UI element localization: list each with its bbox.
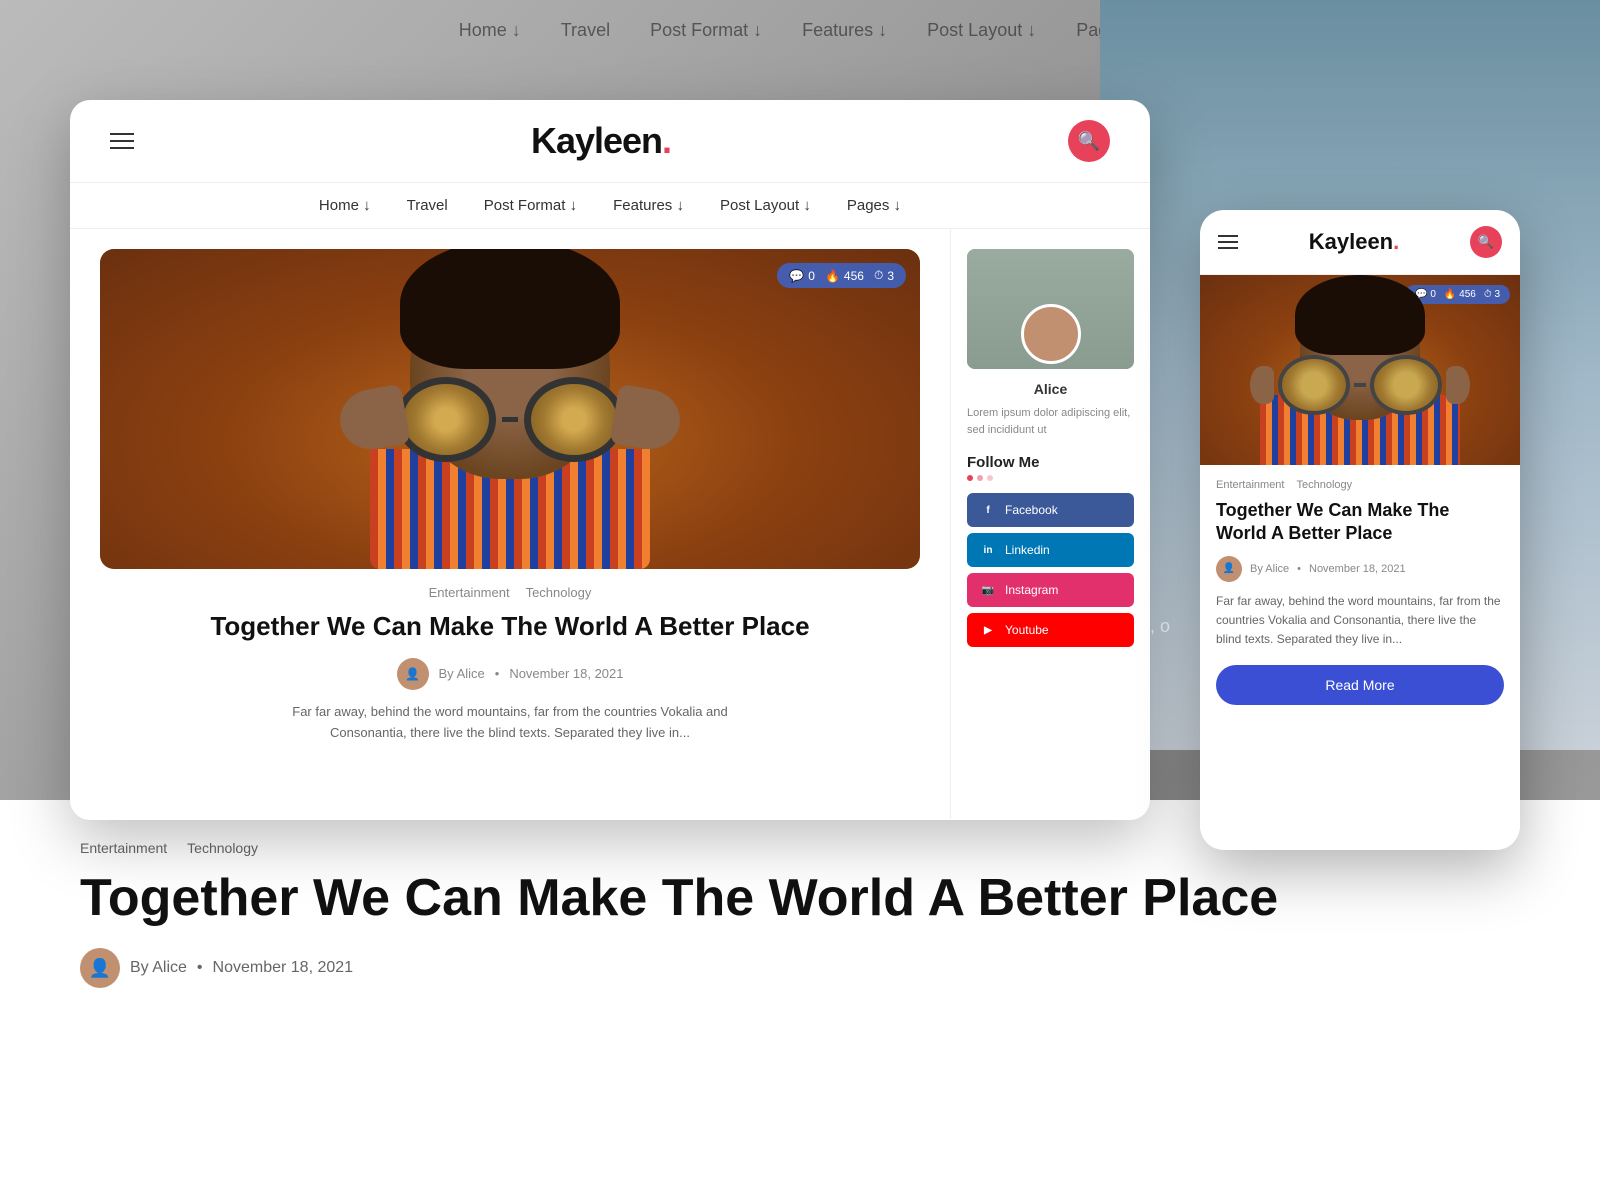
article-photo [100,249,920,569]
desktop-header: Kayleen. 🔍 [70,100,1150,183]
article-excerpt: Far far away, behind the word mountains,… [260,702,760,744]
nav-item-features[interactable]: Features ↓ [613,197,684,214]
bg-nav-post-layout: Post Layout ↓ [927,20,1036,41]
follow-title: Follow Me [967,454,1134,471]
youtube-icon: ▶ [979,621,997,639]
article-date: November 18, 2021 [509,666,623,681]
desktop-logo: Kayleen. [531,120,671,162]
article-title: Together We Can Make The World A Better … [100,610,920,644]
desktop-sidebar: Alice Lorem ipsum dolor adipiscing elit,… [950,229,1150,819]
article-categories: Entertainment Technology [100,585,920,600]
cat-entertainment[interactable]: Entertainment [429,585,510,600]
facebook-icon: f [979,501,997,519]
mobile-content: Entertainment Technology Together We Can… [1200,465,1520,719]
bg-article-title: Together We Can Make The World A Better … [80,868,1520,928]
article-author[interactable]: By Alice [439,666,485,681]
nav-item-pages[interactable]: Pages ↓ [847,197,901,214]
mobile-excerpt: Far far away, behind the word mountains,… [1216,592,1504,650]
linkedin-icon: in [979,541,997,559]
mob-cat-technology[interactable]: Technology [1296,479,1352,491]
sidebar-excerpt: Lorem ipsum dolor adipiscing elit, sed i… [967,405,1134,438]
youtube-button[interactable]: ▶ Youtube [967,613,1134,647]
article-stats-badge: 💬 0 🔥 456 ⏱ 3 [777,263,906,288]
mobile-author: By Alice [1250,563,1289,575]
nav-item-post-format[interactable]: Post Format ↓ [484,197,577,214]
background-article: Entertainment Technology Together We Can… [0,800,1600,1200]
instagram-icon: 📷 [979,581,997,599]
sidebar-author-name: Alice [967,381,1134,397]
mobile-logo: Kayleen. [1309,229,1400,255]
desktop-nav: Home ↓ Travel Post Format ↓ Features ↓ P… [70,183,1150,229]
author-avatar: 👤 [397,658,429,690]
mobile-header: Kayleen. 🔍 [1200,210,1520,275]
mob-cat-entertainment[interactable]: Entertainment [1216,479,1284,491]
follow-dots [967,475,1134,481]
hamburger-button[interactable] [110,133,134,149]
bg-nav-features: Features ↓ [802,20,887,41]
desktop-main: 💬 0 🔥 456 ⏱ 3 Entertainment Technolo [70,229,950,819]
mobile-author-avatar: 👤 [1216,556,1242,582]
sidebar-author-image [967,249,1134,369]
mobile-article-meta: 👤 By Alice • November 18, 2021 [1216,556,1504,582]
mobile-article-title: Together We Can Make The World A Better … [1216,499,1504,546]
nav-item-home[interactable]: Home ↓ [319,197,371,214]
nav-item-travel[interactable]: Travel [407,197,448,214]
mobile-date: November 18, 2021 [1309,563,1406,575]
read-more-button[interactable]: Read More [1216,665,1504,705]
mobile-mockup: Kayleen. 🔍 💬 0 🔥 456 ⏱ 3 Entertain [1200,210,1520,850]
mobile-hamburger[interactable] [1218,235,1238,249]
instagram-button[interactable]: 📷 Instagram [967,573,1134,607]
bg-nav-travel: Travel [561,20,610,41]
bg-author-avatar: 👤 [80,948,120,988]
mobile-categories: Entertainment Technology [1216,479,1504,491]
cat-technology[interactable]: Technology [526,585,592,600]
desktop-mockup: Kayleen. 🔍 Home ↓ Travel Post Format ↓ F… [70,100,1150,820]
article-image: 💬 0 🔥 456 ⏱ 3 [100,249,920,569]
bg-article-meta: 👤 By Alice • November 18, 2021 [80,948,1520,988]
bg-nav-home: Home ↓ [459,20,521,41]
desktop-search-button[interactable]: 🔍 [1068,120,1110,162]
facebook-button[interactable]: f Facebook [967,493,1134,527]
article-meta: 👤 By Alice • November 18, 2021 [100,658,920,690]
nav-item-post-layout[interactable]: Post Layout ↓ [720,197,811,214]
bg-nav-post-format: Post Format ↓ [650,20,762,41]
mobile-search-button[interactable]: 🔍 [1470,226,1502,258]
mobile-article-image: 💬 0 🔥 456 ⏱ 3 [1200,275,1520,465]
desktop-content: 💬 0 🔥 456 ⏱ 3 Entertainment Technolo [70,229,1150,819]
linkedin-button[interactable]: in Linkedin [967,533,1134,567]
